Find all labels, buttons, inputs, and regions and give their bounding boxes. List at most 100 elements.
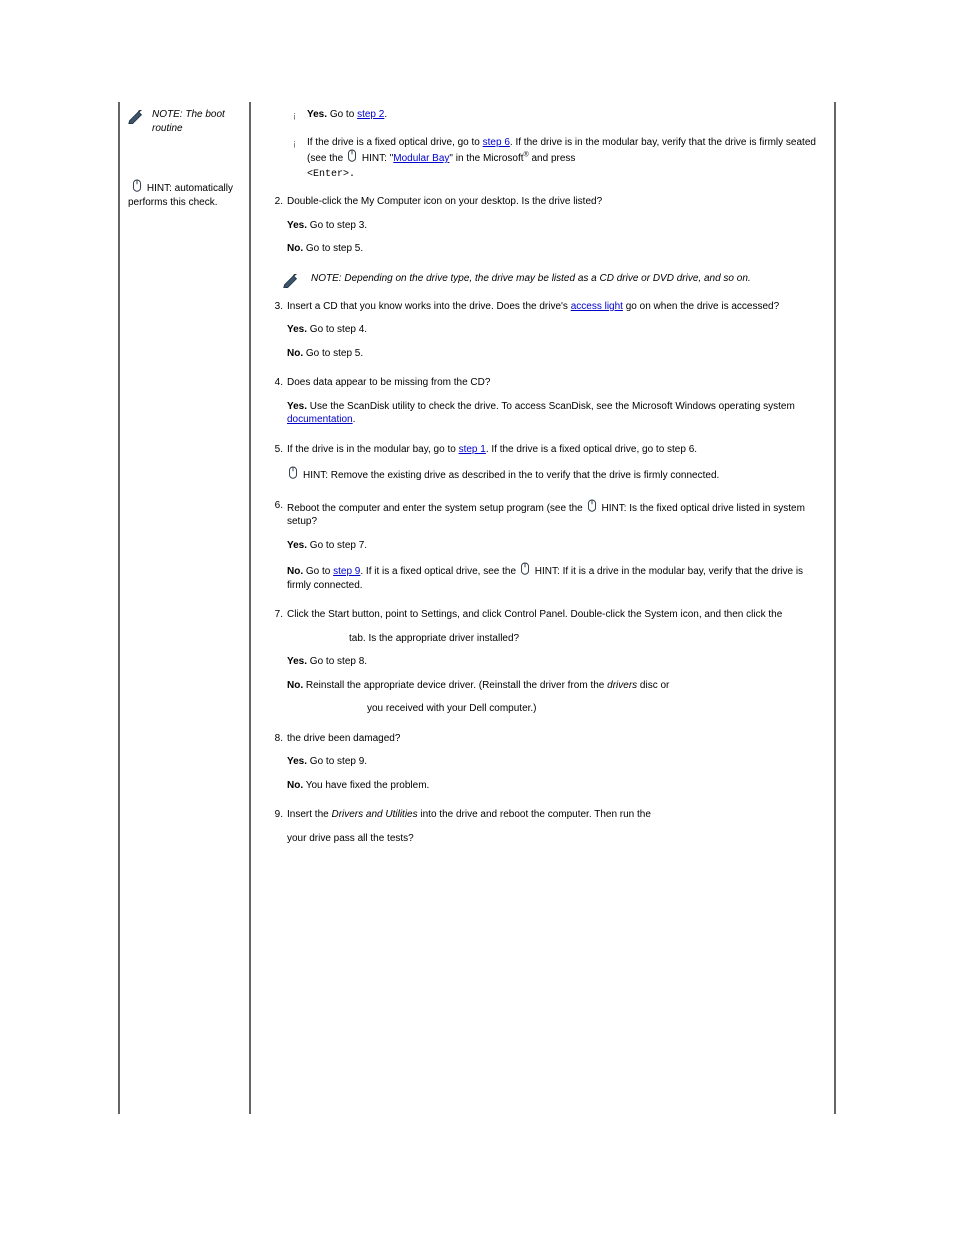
yes-line: Yes. Use the ScanDisk utility to check t… bbox=[287, 400, 824, 427]
step-text: Reboot the computer and enter the system… bbox=[287, 499, 824, 529]
no-line: No. You have fixed the problem. bbox=[287, 779, 824, 793]
mouse-icon bbox=[519, 562, 531, 579]
step-number: 2. bbox=[265, 195, 283, 209]
step-number: 6. bbox=[265, 499, 283, 513]
no-label: No. bbox=[287, 348, 303, 359]
hint-inline: HINT: bbox=[519, 562, 560, 579]
step-link[interactable]: step 9 bbox=[333, 566, 360, 577]
sub-text: If the drive is a fixed optical drive, g… bbox=[307, 136, 824, 182]
no-line-2: you received with your Dell computer.) bbox=[287, 702, 824, 716]
no-text: Go to step 5. bbox=[303, 243, 363, 254]
p1: Click the Start button, point to Setting… bbox=[287, 608, 824, 622]
yes-line: Yes. Go to step 8. bbox=[287, 655, 824, 669]
step-4: 4. Does data appear to be missing from t… bbox=[265, 376, 824, 427]
documentation-link[interactable]: documentation bbox=[287, 414, 353, 425]
note-body: NOTE: Depending on the drive type, the d… bbox=[311, 272, 824, 288]
step-number: 3. bbox=[265, 300, 283, 314]
step-number: 4. bbox=[265, 376, 283, 390]
yes-label: Yes. bbox=[307, 109, 327, 120]
yes-line: Yes. Go to step 4. bbox=[287, 323, 824, 337]
hint-label: HINT: bbox=[147, 182, 172, 196]
t1: Use the ScanDisk utility to check the dr… bbox=[307, 401, 795, 412]
yes-label: Yes. bbox=[287, 656, 307, 667]
note-pen-icon bbox=[128, 108, 146, 135]
note-block: NOTE: The boot routine bbox=[128, 108, 241, 135]
before-link: Go to bbox=[330, 109, 357, 120]
step-link[interactable]: step 2 bbox=[357, 109, 384, 120]
no-text: Go to step 5. bbox=[303, 348, 363, 359]
step-body: Insert the Drivers and Utilities into th… bbox=[287, 808, 824, 845]
step-number: 9. bbox=[265, 808, 283, 822]
step-number: 5. bbox=[265, 443, 283, 457]
after-link: . bbox=[384, 109, 387, 120]
yes-text: Go to step 8. bbox=[307, 656, 367, 667]
left-hint-row: HINT: automatically bbox=[128, 179, 241, 196]
step-2: 2. Double-click the My Computer icon on … bbox=[265, 195, 824, 256]
enter-key: <Enter>. bbox=[307, 168, 824, 182]
step-link[interactable]: step 1 bbox=[459, 444, 486, 455]
yes-label: Yes. bbox=[287, 756, 307, 767]
step-body: If the drive is in the modular bay, go t… bbox=[287, 443, 824, 483]
hint-line: HINT: Remove the existing drive as descr… bbox=[287, 466, 824, 483]
step-body: Insert a CD that you know works into the… bbox=[287, 300, 824, 361]
no-label: No. bbox=[287, 780, 303, 791]
note-text: Depending on the drive type, the drive m… bbox=[344, 273, 750, 284]
t2: . bbox=[353, 414, 356, 425]
note-block-inline: NOTE: Depending on the drive type, the d… bbox=[283, 272, 824, 288]
access-light-link[interactable]: access light bbox=[571, 301, 623, 312]
left-column: NOTE: The boot routine HINT: automatical… bbox=[118, 102, 250, 1114]
t1: If the drive is in the modular bay, go t… bbox=[287, 444, 459, 455]
hint-label: HINT: bbox=[602, 502, 627, 516]
modular-bay-link[interactable]: Modular Bay bbox=[393, 153, 449, 164]
step-body: Double-click the My Computer icon on you… bbox=[287, 195, 824, 256]
step-text: If the drive is in the modular bay, go t… bbox=[287, 443, 824, 457]
step-7: 7. Click the Start button, point to Sett… bbox=[265, 608, 824, 716]
step-body: Click the Start button, point to Setting… bbox=[287, 608, 824, 716]
step-6: 6. Reboot the computer and enter the sys… bbox=[265, 499, 824, 593]
t1: Go to bbox=[303, 566, 333, 577]
step-number: 7. bbox=[265, 608, 283, 622]
yes-text: Go to step 9. bbox=[307, 756, 367, 767]
yes-text: Go to step 4. bbox=[307, 324, 367, 335]
hint-label: HINT: bbox=[362, 152, 387, 166]
no-line: No. Go to step 5. bbox=[287, 242, 824, 256]
bullet-marker: ¡ bbox=[293, 108, 307, 122]
step-9: 9. Insert the Drivers and Utilities into… bbox=[265, 808, 824, 845]
no-line: No. Go to step 9. If it is a fixed optic… bbox=[287, 562, 824, 592]
note-pen-icon bbox=[283, 272, 303, 288]
yes-text: Go to step 7. bbox=[307, 540, 367, 551]
note-text: NOTE: The boot routine bbox=[152, 108, 241, 135]
t2: . If it is a fixed optical drive, see th… bbox=[360, 566, 518, 577]
t1: Insert a CD that you know works into the… bbox=[287, 301, 571, 312]
no-label: No. bbox=[287, 566, 303, 577]
t1: Insert the bbox=[287, 809, 331, 820]
t1: Reboot the computer and enter the system… bbox=[287, 503, 586, 514]
t2: into the drive and reboot the computer. … bbox=[418, 809, 651, 820]
bullet-marker: ¡ bbox=[293, 136, 307, 182]
hint-inline: HINT: bbox=[586, 499, 627, 516]
step-link[interactable]: step 6 bbox=[483, 137, 510, 148]
p1: the drive been damaged? bbox=[287, 732, 824, 746]
step-text: Does data appear to be missing from the … bbox=[287, 376, 824, 390]
step-body: the drive been damaged? Yes. Go to step … bbox=[287, 732, 824, 793]
t1: Reinstall the appropriate device driver.… bbox=[303, 680, 607, 691]
hint-inline: HINT: bbox=[131, 179, 172, 196]
mouse-icon bbox=[346, 149, 358, 166]
note-label: NOTE: bbox=[152, 109, 183, 120]
hint-label: HINT: bbox=[303, 469, 328, 483]
mouse-icon bbox=[586, 499, 598, 516]
hint-label: HINT: bbox=[535, 565, 560, 579]
step-3: 3. Insert a CD that you know works into … bbox=[265, 300, 824, 361]
yes-label: Yes. bbox=[287, 401, 307, 412]
sub-text: Yes. Go to step 2. bbox=[307, 108, 824, 122]
step-text: Double-click the My Computer icon on you… bbox=[287, 195, 824, 209]
yes-line: Yes. Go to step 7. bbox=[287, 539, 824, 553]
left-last-line: performs this check. bbox=[128, 196, 241, 210]
sub-bullet-no: ¡ If the drive is a fixed optical drive,… bbox=[293, 136, 824, 182]
no-line: No. Reinstall the appropriate device dri… bbox=[287, 679, 824, 693]
step-body: Reboot the computer and enter the system… bbox=[287, 499, 824, 593]
mouse-icon bbox=[131, 179, 143, 196]
yes-label: Yes. bbox=[287, 324, 307, 335]
step-text: Insert a CD that you know works into the… bbox=[287, 300, 824, 314]
yes-text: Go to step 3. bbox=[307, 220, 367, 231]
